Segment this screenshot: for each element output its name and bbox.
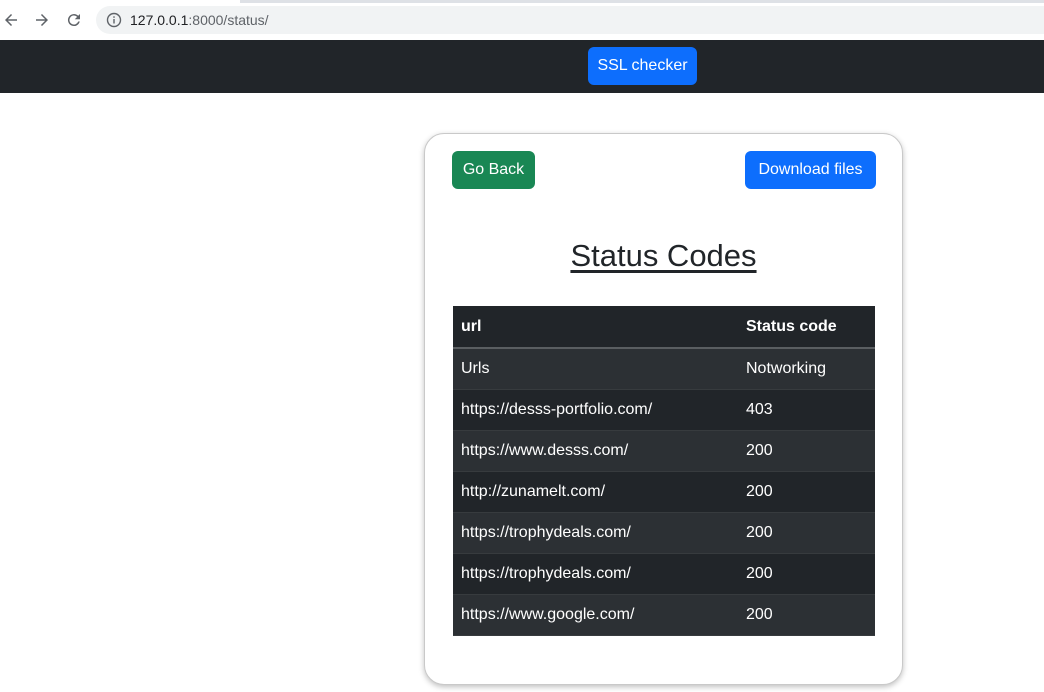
- row-status: 200: [738, 512, 875, 554]
- tab-strip-edge: [240, 0, 1044, 3]
- table-row: https://www.google.com/ 200: [453, 594, 875, 636]
- row-url: https://trophydeals.com/: [453, 512, 738, 554]
- status-table: url Status code Urls Notworking https://…: [453, 306, 875, 636]
- go-back-button[interactable]: Go Back: [452, 151, 535, 189]
- app-navbar: [0, 40, 1044, 93]
- back-arrow-icon[interactable]: [1, 10, 21, 30]
- column-header-status: Status code: [738, 306, 875, 349]
- table-row: Urls Notworking: [453, 348, 875, 390]
- row-url: https://www.google.com/: [453, 594, 738, 636]
- table-row: https://www.desss.com/ 200: [453, 430, 875, 472]
- row-url: Urls: [453, 348, 738, 390]
- ssl-checker-button[interactable]: SSL checker: [588, 47, 697, 85]
- browser-toolbar: 127.0.0.1:8000/status/: [0, 0, 1044, 40]
- url-path: :8000/status/: [188, 12, 269, 28]
- row-status: 200: [738, 471, 875, 513]
- reload-icon[interactable]: [64, 10, 84, 30]
- row-url: https://trophydeals.com/: [453, 553, 738, 595]
- download-files-button[interactable]: Download files: [745, 151, 876, 189]
- table-row: http://zunamelt.com/ 200: [453, 471, 875, 513]
- row-status: 200: [738, 553, 875, 595]
- status-card: Go Back Download files Status Codes url …: [424, 133, 903, 685]
- row-status: 200: [738, 594, 875, 636]
- page-title: Status Codes: [570, 238, 757, 273]
- site-info-icon[interactable]: [106, 12, 122, 28]
- column-header-url: url: [453, 306, 738, 349]
- table-row: https://trophydeals.com/ 200: [453, 553, 875, 595]
- row-url: https://www.desss.com/: [453, 430, 738, 472]
- address-url: 127.0.0.1:8000/status/: [130, 12, 269, 28]
- table-header-row: url Status code: [453, 306, 875, 349]
- row-url: http://zunamelt.com/: [453, 471, 738, 513]
- address-bar[interactable]: 127.0.0.1:8000/status/: [96, 6, 1044, 34]
- row-url: https://desss-portfolio.com/: [453, 389, 738, 431]
- row-status: 200: [738, 430, 875, 472]
- row-status: 403: [738, 389, 875, 431]
- forward-arrow-icon[interactable]: [32, 10, 52, 30]
- url-host: 127.0.0.1: [130, 12, 189, 28]
- row-status: Notworking: [738, 348, 875, 390]
- table-row: https://trophydeals.com/ 200: [453, 512, 875, 554]
- table-row: https://desss-portfolio.com/ 403: [453, 389, 875, 431]
